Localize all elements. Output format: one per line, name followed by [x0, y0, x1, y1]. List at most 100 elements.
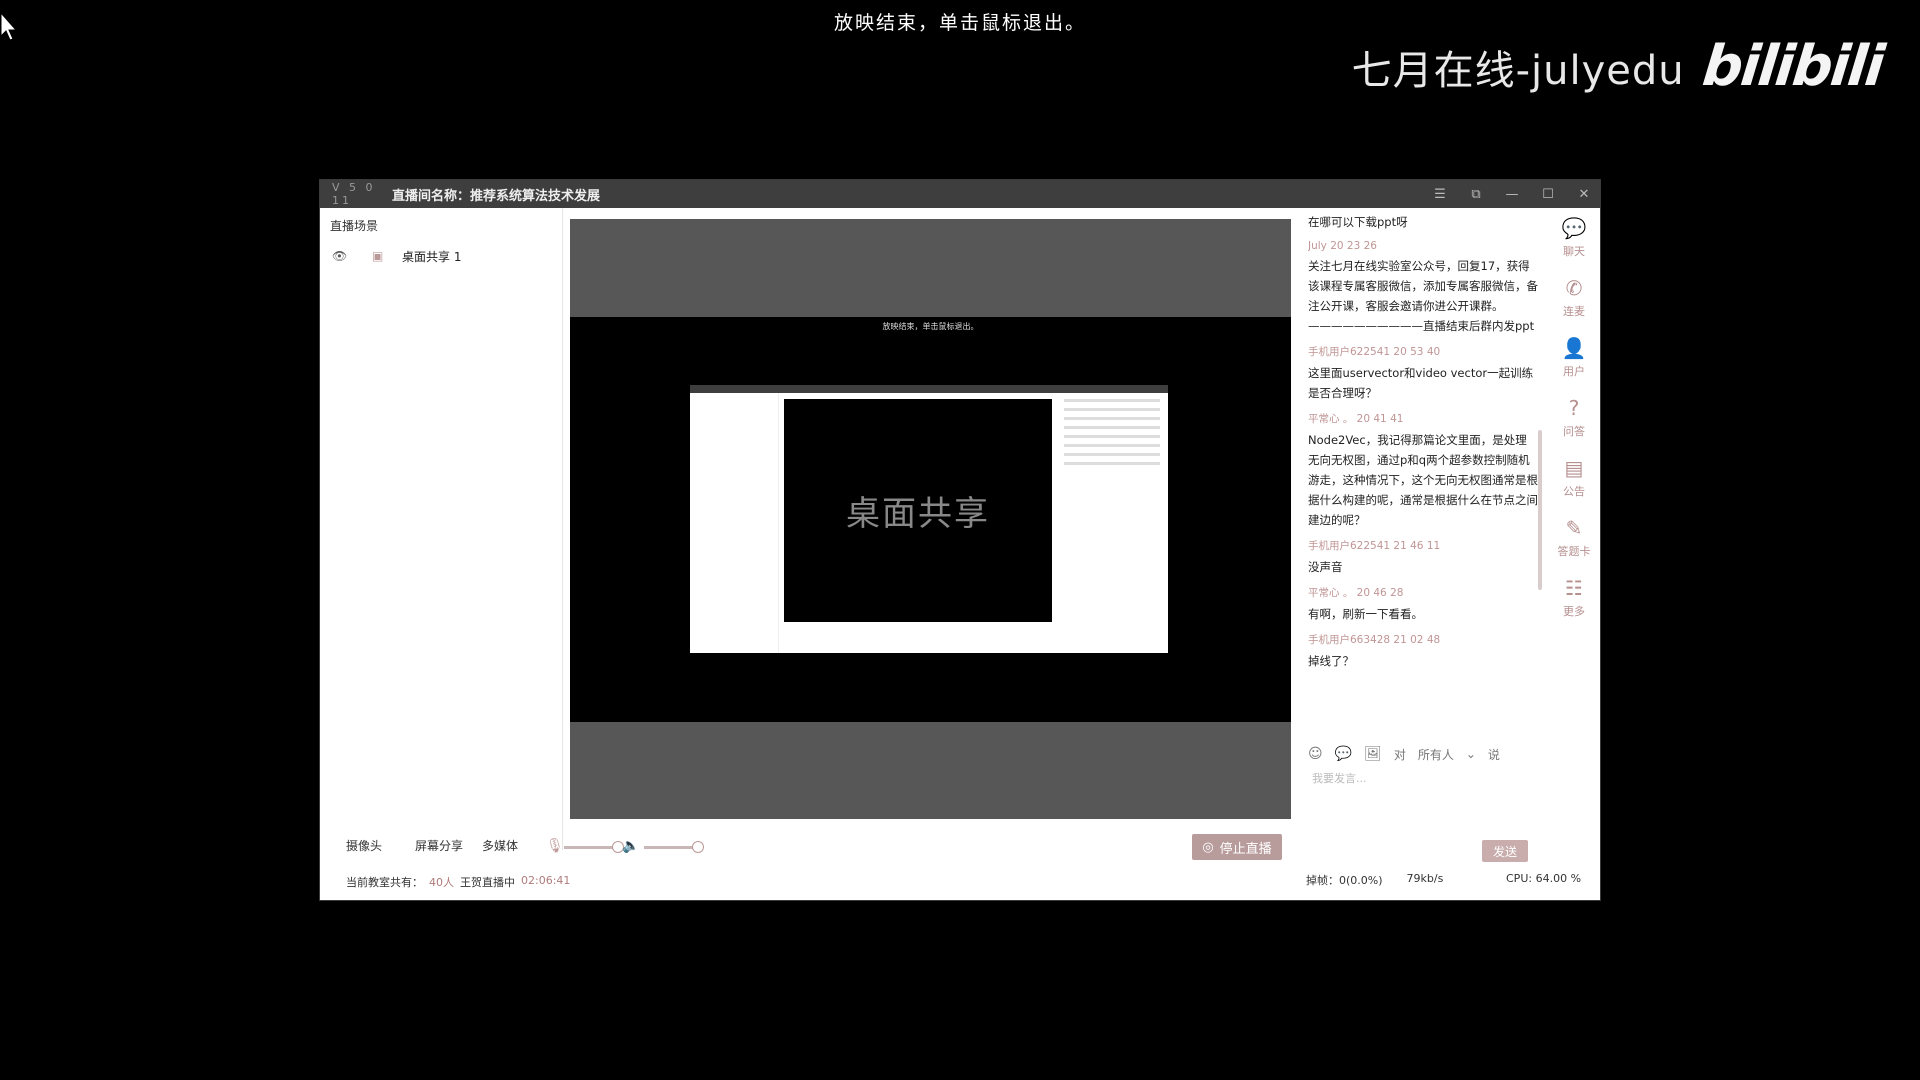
restore-icon[interactable]: ⧉ [1468, 186, 1484, 202]
live-app-window: V 5 0 11 直播间名称：推荐系统算法技术发展 ☰ ⧉ — ☐ ✕ 直播场景… [320, 180, 1600, 900]
chat-text: 这里面uservector和video vector一起训练是否合理呀？ [1308, 366, 1534, 400]
chat-icon: 💬 [1561, 216, 1587, 240]
side-item-users[interactable]: 👤 用户 [1548, 328, 1600, 388]
side-item-more[interactable]: ☷ 更多 [1548, 568, 1600, 628]
nested-window-preview: 桌面共享 [690, 385, 1168, 653]
side-item-chat[interactable]: 💬 聊天 [1548, 208, 1600, 268]
answer-card-icon: ✎ [1565, 516, 1583, 540]
stop-live-button[interactable]: ◎ 停止直播 [1192, 834, 1282, 860]
bubble-icon[interactable]: 💬 [1335, 746, 1352, 762]
target-label: 对 [1393, 747, 1406, 762]
teacher-status: 王贺直播中 [460, 876, 515, 889]
nested-chat [1056, 393, 1168, 633]
chat-sender: 平常心 。 20 46 28 [1308, 587, 1404, 599]
nested-stage: 桌面共享 [784, 399, 1052, 622]
cpu-value: 64.00 % [1535, 872, 1582, 885]
side-item-answer-card[interactable]: ✎ 答题卡 [1548, 508, 1600, 568]
network-status: 掉帧：0(0.0%) 79kb/s [1306, 872, 1443, 888]
nested-left-panel [690, 393, 779, 653]
maximize-icon[interactable]: ☐ [1540, 186, 1556, 202]
camera-button[interactable]: 摄像头 [346, 837, 382, 854]
room-title: 直播间名称：推荐系统算法技术发展 [392, 188, 601, 204]
bottom-toolbar: 摄像头 屏幕分享 多媒体 🎙 🔈 ◎ 停止直播 当前教室共有： 40人 王贺直播… [320, 830, 1310, 900]
user-icon: 👤 [1561, 336, 1587, 360]
target-select[interactable]: 所有人 [1418, 746, 1454, 763]
chat-sender: 平常心 。 20 41 41 [1308, 413, 1404, 425]
dropped-value: 0(0.0%) [1339, 874, 1383, 887]
microphone-icon[interactable]: 🎙 [546, 838, 564, 854]
minimize-icon[interactable]: — [1504, 186, 1520, 202]
cpu-label: CPU: [1506, 872, 1533, 885]
speaker-volume-slider[interactable] [644, 846, 698, 849]
chat-message: 在哪可以下载ppt呀 [1308, 212, 1538, 232]
version-label: V 5 0 11 [332, 181, 376, 207]
chat-sender: 手机用户663428 21 02 48 [1308, 634, 1441, 646]
chat-scrollbar[interactable] [1538, 430, 1542, 590]
chat-list: 在哪可以下载ppt呀 July 20 23 26 关注七月在线实验室公众号，回复… [1308, 208, 1538, 768]
side-item-mic-link[interactable]: ✆ 连麦 [1548, 268, 1600, 328]
chat-message: 平常心 。 20 41 41 Node2Vec，我记得那篇论文里面，是处理无向无… [1308, 411, 1538, 530]
chat-text: 关注七月在线实验室公众号，回复17，获得该课程专属客服微信，添加专属客服微信，备… [1308, 259, 1538, 333]
dropped-label: 掉帧： [1306, 874, 1339, 887]
nested-title-bar [690, 385, 1168, 393]
chat-sender: 手机用户622541 20 53 40 [1308, 346, 1441, 358]
chat-message: July 20 23 26 关注七月在线实验室公众号，回复17，获得该课程专属客… [1308, 240, 1538, 336]
inner-end-message: 放映结束，单击鼠标退出。 [882, 322, 979, 331]
chat-input[interactable]: 我要发言... [1312, 770, 1367, 786]
chat-toolbar: ☺ 💬 🖼 对 所有人 ⌄ 说 [1308, 742, 1548, 766]
scene-heading: 直播场景 [330, 219, 379, 233]
desktop-share-label: 桌面共享 [846, 494, 990, 534]
monitor-icon: ▣ [372, 249, 384, 263]
chat-text: Node2Vec，我记得那篇论文里面，是处理无向无权图，通过p和q两个超参数控制… [1308, 433, 1538, 527]
speaker-volume-knob[interactable] [692, 841, 704, 853]
chevron-down-icon[interactable]: ⌄ [1466, 747, 1476, 761]
notice-icon: ▤ [1564, 456, 1584, 480]
emoji-icon[interactable]: ☺ [1308, 746, 1323, 762]
slideshow-end-message: 放映结束，单击鼠标退出。 [833, 12, 1086, 34]
status-prefix: 当前教室共有： [346, 876, 423, 889]
chat-message: 平常心 。 20 46 28 有啊，刷新一下看看。 [1308, 585, 1538, 624]
chat-message: 手机用户622541 20 53 40 这里面uservector和video … [1308, 344, 1538, 403]
close-icon[interactable]: ✕ [1576, 186, 1592, 202]
chat-text: 没声音 [1308, 560, 1343, 574]
cpu-status: CPU: 64.00 % [1506, 872, 1581, 885]
eye-icon[interactable]: 👁 [332, 249, 352, 263]
send-button[interactable]: 发送 [1482, 840, 1528, 862]
watermark-text: 七月在线-julyedu [1351, 47, 1685, 94]
scene-panel: 直播场景 👁 ▣ 桌面共享 1 [320, 208, 563, 850]
side-item-qa[interactable]: ? 问答 [1548, 388, 1600, 448]
chat-message: 手机用户622541 21 46 11 没声音 [1308, 538, 1538, 577]
participant-count: 40人 [429, 876, 454, 889]
shared-screen: 放映结束，单击鼠标退出。 桌面共享 [570, 317, 1291, 722]
side-nav: 💬 聊天 ✆ 连麦 👤 用户 ? 问答 ▤ 公告 ✎ 答题卡 ☷ 更多 [1548, 208, 1600, 648]
scene-item[interactable]: 👁 ▣ 桌面共享 1 [320, 243, 562, 269]
chat-sender: 手机用户622541 21 46 11 [1308, 540, 1441, 552]
scene-label: 桌面共享 1 [402, 249, 462, 264]
screen-share-button[interactable]: 屏幕分享 [415, 837, 463, 854]
chat-sender: July 20 23 26 [1308, 240, 1377, 252]
chat-message: 手机用户663428 21 02 48 掉线了？ [1308, 632, 1538, 671]
stop-icon: ◎ [1202, 839, 1214, 855]
title-bar: V 5 0 11 直播间名称：推荐系统算法技术发展 ☰ ⧉ — ☐ ✕ [320, 180, 1600, 208]
classroom-status: 当前教室共有： 40人 王贺直播中 02:06:41 [346, 874, 570, 890]
image-icon[interactable]: 🖼 [1364, 746, 1382, 762]
elapsed-time: 02:06:41 [521, 874, 571, 887]
phone-icon: ✆ [1565, 276, 1583, 300]
chat-text: 有啊，刷新一下看看。 [1308, 607, 1423, 621]
bilibili-logo: bilibili [1699, 34, 1886, 99]
watermark: 七月在线-julyedu bilibili [1351, 34, 1886, 99]
preview-stage: 放映结束，单击鼠标退出。 桌面共享 [570, 219, 1291, 819]
stop-live-label: 停止直播 [1219, 841, 1272, 857]
window-controls: ☰ ⧉ — ☐ ✕ [1432, 180, 1592, 208]
chat-text: 在哪可以下载ppt呀 [1308, 215, 1408, 229]
more-icon: ☷ [1565, 576, 1583, 600]
bitrate-value: 79kb/s [1406, 872, 1444, 885]
menu-icon[interactable]: ☰ [1432, 186, 1448, 202]
say-label: 说 [1487, 747, 1500, 762]
multimedia-button[interactable]: 多媒体 [482, 837, 518, 854]
side-item-notice[interactable]: ▤ 公告 [1548, 448, 1600, 508]
speaker-icon[interactable]: 🔈 [622, 838, 639, 854]
chat-text: 掉线了？ [1308, 654, 1354, 668]
mouse-pointer-icon [0, 12, 18, 41]
question-icon: ? [1568, 396, 1580, 420]
